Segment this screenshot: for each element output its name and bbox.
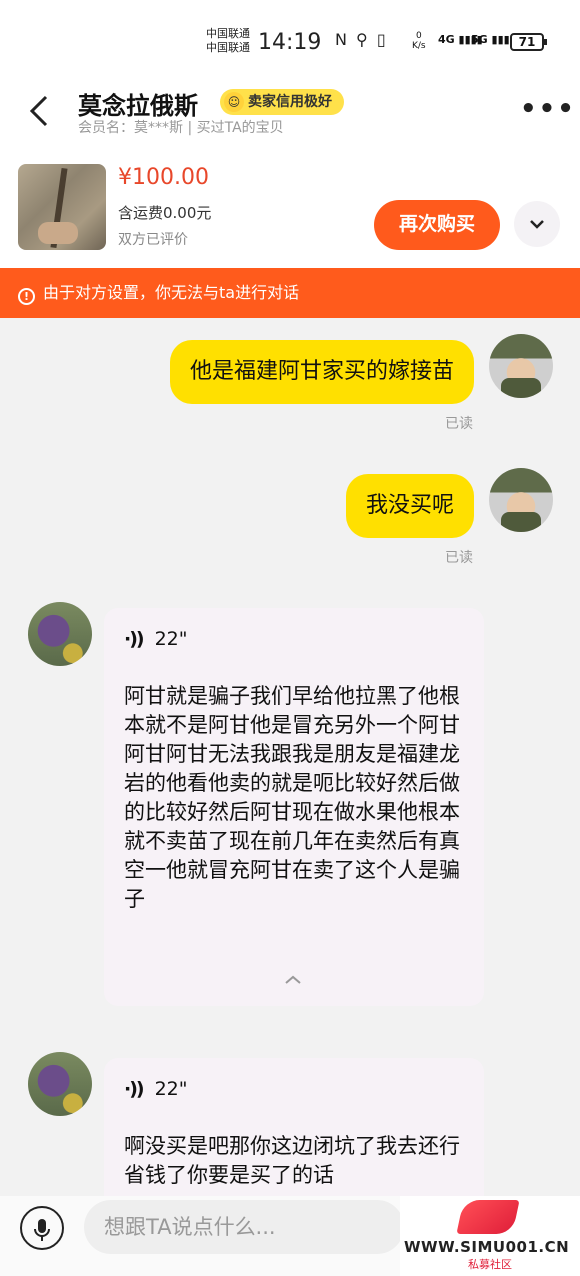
- buy-again-button[interactable]: 再次购买: [374, 200, 500, 250]
- product-price: ¥100.00: [118, 165, 209, 190]
- chevron-down-icon[interactable]: [514, 201, 560, 247]
- signal-5g-icon: 5G ▮▮▮: [471, 33, 510, 46]
- voice-transcript: 啊没买是吧那你这边闭坑了我去还行省钱了你要是买了的话: [124, 1134, 460, 1187]
- shipping-info: 含运费0.00元: [118, 204, 212, 222]
- seller-avatar[interactable]: [28, 602, 92, 666]
- product-card: ¥100.00 含运费0.00元 双方已评价 再次购买: [0, 145, 580, 268]
- member-info[interactable]: 会员名：莫***斯 | 买过TA的宝贝: [78, 117, 284, 137]
- microphone-icon[interactable]: [20, 1206, 64, 1250]
- watermark-logo: [456, 1200, 520, 1234]
- voice-duration: 22": [154, 1078, 188, 1100]
- voice-play-row[interactable]: ·)) 22": [124, 628, 188, 650]
- status-icons: N ⚲ ▯: [335, 30, 388, 49]
- read-receipt: 已读: [445, 416, 473, 432]
- my-avatar[interactable]: [489, 468, 553, 532]
- nfc-location-vibrate-icons: N ⚲ ▯: [335, 30, 388, 49]
- chevron-up-icon[interactable]: [284, 970, 302, 989]
- watermark-site: WWW.SIMU001.CN: [404, 1238, 570, 1256]
- speed-unit: K/s: [412, 41, 426, 51]
- voice-message-card[interactable]: ·)) 22" 阿甘就是骗子我们早给他拉黑了他根本就不是阿甘他是冒充另外一个阿甘阿…: [104, 608, 484, 1006]
- chat-restricted-notice: ! 由于对方设置，你无法与ta进行对话: [0, 268, 580, 318]
- thumbnail-hand: [38, 222, 78, 244]
- chat-messages[interactable]: 他是福建阿甘家买的嫁接苗 已读 我没买呢 已读 ·)) 22" 阿甘就是骗子我们早…: [0, 318, 580, 1196]
- voice-wave-icon[interactable]: ·)): [124, 1078, 145, 1100]
- watermark-name: 私募社区: [468, 1258, 512, 1271]
- voice-message-card[interactable]: ·)) 22" 啊没买是吧那你这边闭坑了我去还行省钱了你要是买了的话: [104, 1058, 484, 1196]
- status-bar: 中国联通 中国联通 14:19 N ⚲ ▯ 0 K/s 4G ▮▮▮▮ 5G ▮…: [0, 0, 580, 80]
- message-input[interactable]: 想跟TA说点什么...: [84, 1200, 404, 1254]
- credit-badge-label: 卖家信用极好: [248, 94, 332, 110]
- voice-transcript: 阿甘就是骗子我们早给他拉黑了他根本就不是阿甘他是冒充另外一个阿甘阿甘阿甘无法我跟…: [124, 684, 460, 911]
- voice-play-row[interactable]: ·)) 22": [124, 1078, 188, 1100]
- back-arrow-icon[interactable]: [28, 94, 50, 137]
- smile-icon: ☺: [224, 92, 244, 112]
- read-receipt: 已读: [445, 550, 473, 566]
- info-icon: !: [18, 288, 35, 305]
- outgoing-message-bubble[interactable]: 他是福建阿甘家买的嫁接苗: [169, 340, 474, 404]
- voice-wave-icon[interactable]: ·)): [124, 628, 145, 650]
- network-speed: 0 K/s: [412, 31, 426, 51]
- more-dots-icon[interactable]: •••: [520, 94, 576, 124]
- battery-icon: 71: [510, 33, 547, 51]
- product-thumbnail[interactable]: [18, 164, 106, 250]
- carrier-1: 中国联通: [206, 27, 250, 40]
- review-status: 双方已评价: [118, 232, 188, 248]
- my-avatar[interactable]: [489, 334, 553, 398]
- carrier-2: 中国联通: [206, 41, 250, 54]
- outgoing-message-bubble[interactable]: 我没买呢: [345, 474, 474, 538]
- shop-name[interactable]: 莫念拉俄斯: [78, 86, 198, 121]
- speed-value: 0: [415, 31, 422, 41]
- carrier-label: 中国联通 中国联通: [206, 27, 250, 55]
- voice-duration: 22": [154, 628, 188, 650]
- credit-badge: ☺ 卖家信用极好: [220, 89, 344, 115]
- input-bar: 想跟TA说点什么... WWW.SIMU001.CN 私募社区: [0, 1196, 580, 1276]
- notice-text: 由于对方设置，你无法与ta进行对话: [43, 283, 300, 302]
- clock: 14:19: [258, 30, 322, 55]
- watermark: WWW.SIMU001.CN 私募社区: [400, 1196, 580, 1276]
- chat-header: 莫念拉俄斯 ☺ 卖家信用极好 会员名：莫***斯 | 买过TA的宝贝 •••: [0, 80, 580, 145]
- seller-avatar[interactable]: [28, 1052, 92, 1116]
